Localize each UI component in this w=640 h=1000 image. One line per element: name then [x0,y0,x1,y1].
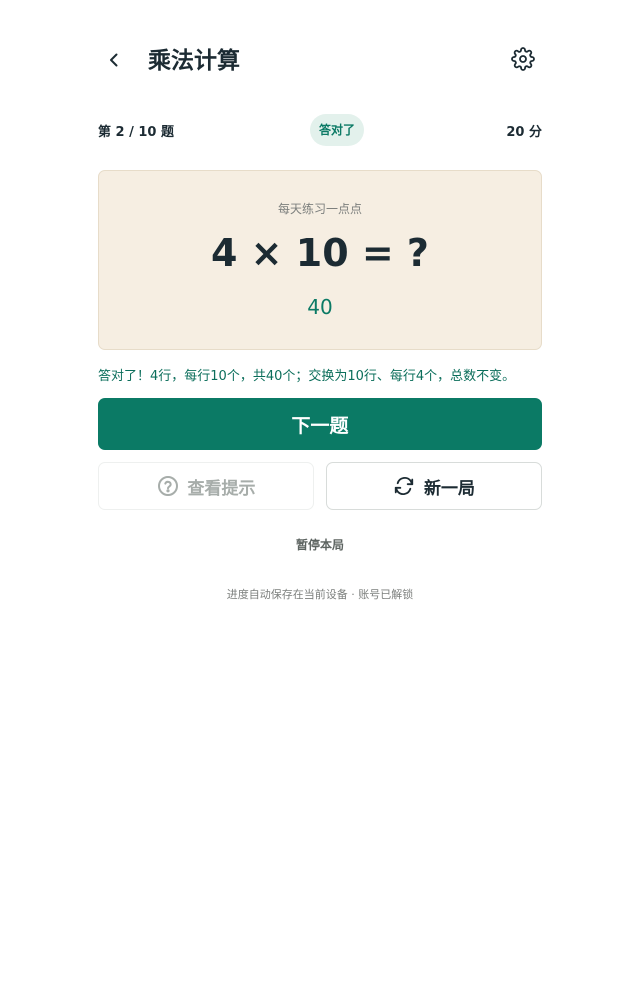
new-game-label: 新一局 [424,478,475,499]
question-progress: 第 2 / 10 题 [98,125,174,140]
hint-button[interactable]: 查看提示 [98,462,314,510]
question-card: 每天练习一点点 4 × 10 = ? 40 [98,170,542,350]
gear-icon [511,47,535,75]
pause-game-link[interactable]: 暂停本局 [0,536,640,553]
question-circle-icon [157,475,179,497]
status-row: 第 2 / 10 题 答对了 20 分 [98,114,542,146]
card-subtitle: 每天练习一点点 [277,202,362,216]
feedback-text: 答对了！4行，每行10个，共40个；交换为10行、每行4个，总数不变。 [98,369,516,384]
page-title: 乘法计算 [148,48,240,74]
hint-label: 查看提示 [187,478,256,499]
next-question-button[interactable]: 下一题 [98,398,542,450]
question-text: 4 × 10 = ? [211,231,429,275]
answer-text: 40 [307,295,333,319]
chevron-left-icon [105,51,123,73]
footer-note: 进度自动保存在当前设备 · 账号已解锁 [226,588,414,601]
refresh-icon [393,475,415,497]
settings-button[interactable] [507,45,539,77]
result-badge: 答对了 [310,114,365,146]
next-question-label: 下一题 [291,414,349,437]
back-button[interactable] [98,46,130,78]
app-header: 乘法计算 [0,0,640,124]
score: 20 分 [506,125,542,140]
new-game-button[interactable]: 新一局 [326,462,542,510]
